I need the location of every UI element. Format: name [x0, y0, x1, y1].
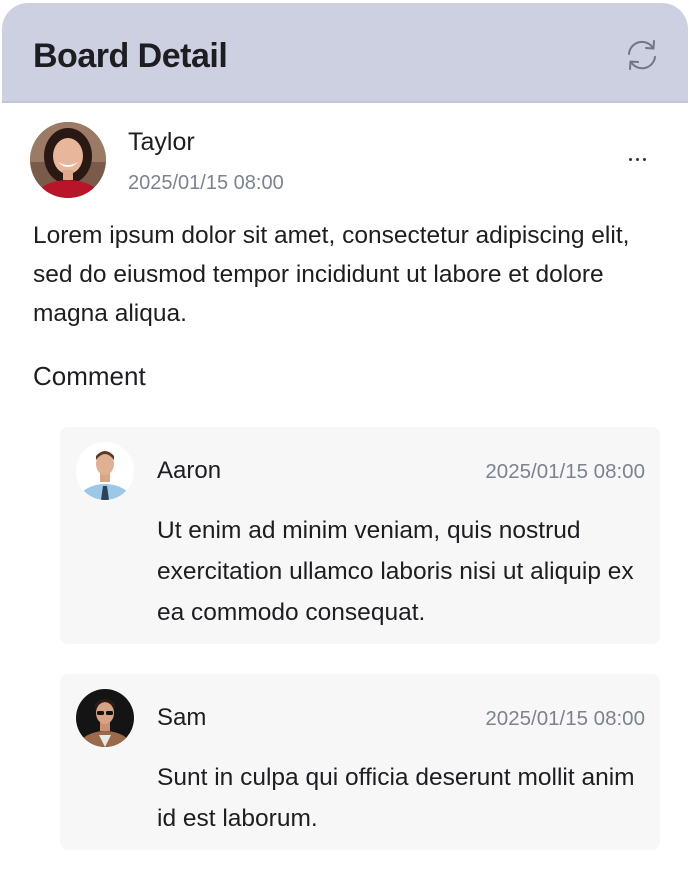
comment-text: Ut enim ad minim veniam, quis nostrud ex…	[157, 517, 634, 626]
comment-date: 2025/01/15 08:00	[485, 460, 645, 483]
comment-text: Sunt in culpa qui officia deserunt molli…	[157, 764, 635, 832]
author-avatar[interactable]	[30, 122, 106, 198]
header-bar: Board Detail	[2, 3, 688, 103]
page-title: Board Detail	[33, 37, 228, 75]
comment-heading: Comment	[33, 361, 146, 391]
post-body: Lorem ipsum dolor sit amet, consectetur …	[33, 222, 630, 327]
post-date: 2025/01/15 08:00	[128, 172, 284, 194]
author-name[interactable]: Taylor	[128, 128, 195, 157]
commenter-name[interactable]: Sam	[157, 704, 206, 732]
comment-item: Sam 2025/01/15 08:00 Sunt in culpa qui o…	[60, 674, 660, 850]
comment-date: 2025/01/15 08:00	[485, 707, 645, 730]
board-detail-card: Board Detail Taylor 2025/01/15 08:00 Lor…	[2, 3, 688, 876]
comment-item: Aaron 2025/01/15 08:00 Ut enim ad minim …	[60, 427, 660, 644]
refresh-icon[interactable]	[622, 35, 662, 75]
more-horizontal-icon[interactable]	[622, 143, 652, 173]
commenter-avatar[interactable]	[76, 689, 134, 747]
commenter-name[interactable]: Aaron	[157, 457, 221, 485]
commenter-avatar[interactable]	[76, 442, 134, 500]
